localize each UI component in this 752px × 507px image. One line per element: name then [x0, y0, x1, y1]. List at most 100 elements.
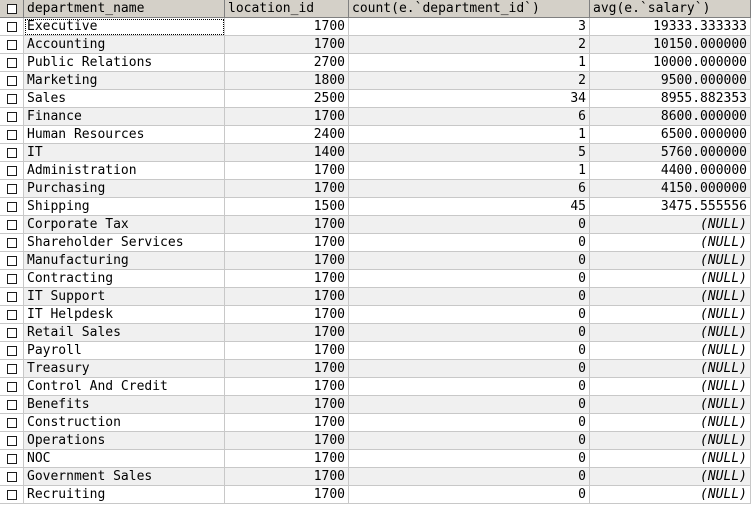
cell-department-name[interactable]: Manufacturing — [24, 252, 225, 270]
checkbox-icon[interactable] — [6, 93, 17, 104]
cell-avg-salary[interactable]: (NULL) — [590, 234, 751, 252]
cell-count[interactable]: 0 — [349, 306, 590, 324]
table-row[interactable]: Shipping 1500 45 3475.555556 — [0, 198, 752, 216]
table-row[interactable]: Administration 1700 1 4400.000000 — [0, 162, 752, 180]
cell-avg-salary[interactable]: (NULL) — [590, 252, 751, 270]
row-select-cell[interactable] — [0, 180, 24, 198]
table-row[interactable]: Marketing 1800 2 9500.000000 — [0, 72, 752, 90]
checkbox-icon[interactable] — [6, 489, 17, 500]
row-select-cell[interactable] — [0, 324, 24, 342]
table-row[interactable]: Accounting 1700 2 10150.000000 — [0, 36, 752, 54]
cell-location-id[interactable]: 1700 — [225, 432, 349, 450]
cell-department-name[interactable]: IT Helpdesk — [24, 306, 225, 324]
table-row[interactable]: Recruiting 1700 0 (NULL) — [0, 486, 752, 504]
cell-avg-salary[interactable]: (NULL) — [590, 360, 751, 378]
cell-location-id[interactable]: 1700 — [225, 360, 349, 378]
cell-location-id[interactable]: 1700 — [225, 306, 349, 324]
cell-department-name[interactable]: IT Support — [24, 288, 225, 306]
checkbox-icon[interactable] — [6, 273, 17, 284]
cell-avg-salary[interactable]: 4150.000000 — [590, 180, 751, 198]
cell-department-name[interactable]: Accounting — [24, 36, 225, 54]
checkbox-icon[interactable] — [6, 453, 17, 464]
cell-department-name[interactable]: Finance — [24, 108, 225, 126]
column-header-count[interactable]: count(e.`department_id`) — [349, 0, 590, 18]
cell-avg-salary[interactable]: (NULL) — [590, 432, 751, 450]
row-select-cell[interactable] — [0, 162, 24, 180]
cell-department-name[interactable]: Human Resources — [24, 126, 225, 144]
column-header-department-name[interactable]: department_name — [24, 0, 225, 18]
checkbox-icon[interactable] — [6, 219, 17, 230]
cell-location-id[interactable]: 1500 — [225, 198, 349, 216]
cell-location-id[interactable]: 1700 — [225, 468, 349, 486]
cell-count[interactable]: 0 — [349, 414, 590, 432]
cell-department-name[interactable]: Shipping — [24, 198, 225, 216]
row-select-cell[interactable] — [0, 198, 24, 216]
checkbox-icon[interactable] — [6, 345, 17, 356]
checkbox-icon[interactable] — [6, 21, 17, 32]
cell-count[interactable]: 45 — [349, 198, 590, 216]
cell-department-name[interactable]: Purchasing — [24, 180, 225, 198]
cell-location-id[interactable]: 1700 — [225, 342, 349, 360]
cell-department-name[interactable]: Benefits — [24, 396, 225, 414]
cell-location-id[interactable]: 1700 — [225, 486, 349, 504]
cell-count[interactable]: 0 — [349, 216, 590, 234]
row-select-cell[interactable] — [0, 450, 24, 468]
checkbox-icon[interactable] — [6, 183, 17, 194]
row-select-cell[interactable] — [0, 90, 24, 108]
row-select-cell[interactable] — [0, 144, 24, 162]
cell-count[interactable]: 6 — [349, 180, 590, 198]
cell-count[interactable]: 2 — [349, 36, 590, 54]
table-row[interactable]: Treasury 1700 0 (NULL) — [0, 360, 752, 378]
cell-department-name[interactable]: Government Sales — [24, 468, 225, 486]
row-select-cell[interactable] — [0, 378, 24, 396]
row-select-cell[interactable] — [0, 108, 24, 126]
table-row[interactable]: Human Resources 2400 1 6500.000000 — [0, 126, 752, 144]
cell-count[interactable]: 1 — [349, 162, 590, 180]
table-row[interactable]: Corporate Tax 1700 0 (NULL) — [0, 216, 752, 234]
checkbox-icon[interactable] — [6, 129, 17, 140]
row-select-cell[interactable] — [0, 36, 24, 54]
row-select-cell[interactable] — [0, 342, 24, 360]
cell-location-id[interactable]: 1400 — [225, 144, 349, 162]
row-select-cell[interactable] — [0, 396, 24, 414]
cell-count[interactable]: 0 — [349, 468, 590, 486]
cell-department-name[interactable]: Executive — [24, 18, 225, 36]
cell-location-id[interactable]: 1700 — [225, 252, 349, 270]
cell-count[interactable]: 5 — [349, 144, 590, 162]
cell-location-id[interactable]: 2500 — [225, 90, 349, 108]
table-row[interactable]: Government Sales 1700 0 (NULL) — [0, 468, 752, 486]
cell-department-name[interactable]: NOC — [24, 450, 225, 468]
table-row[interactable]: IT Helpdesk 1700 0 (NULL) — [0, 306, 752, 324]
row-select-cell[interactable] — [0, 468, 24, 486]
cell-avg-salary[interactable]: (NULL) — [590, 396, 751, 414]
checkbox-icon[interactable] — [6, 165, 17, 176]
cell-count[interactable]: 1 — [349, 126, 590, 144]
cell-location-id[interactable]: 1700 — [225, 378, 349, 396]
cell-avg-salary[interactable]: (NULL) — [590, 486, 751, 504]
header-select-all[interactable] — [0, 0, 24, 18]
cell-department-name[interactable]: Marketing — [24, 72, 225, 90]
row-select-cell[interactable] — [0, 126, 24, 144]
cell-department-name[interactable]: Contracting — [24, 270, 225, 288]
cell-count[interactable]: 0 — [349, 486, 590, 504]
cell-avg-salary[interactable]: 4400.000000 — [590, 162, 751, 180]
cell-count[interactable]: 1 — [349, 54, 590, 72]
row-select-cell[interactable] — [0, 234, 24, 252]
table-row[interactable]: Shareholder Services 1700 0 (NULL) — [0, 234, 752, 252]
table-row[interactable]: Purchasing 1700 6 4150.000000 — [0, 180, 752, 198]
cell-avg-salary[interactable]: 5760.000000 — [590, 144, 751, 162]
cell-count[interactable]: 0 — [349, 324, 590, 342]
cell-avg-salary[interactable]: (NULL) — [590, 216, 751, 234]
cell-location-id[interactable]: 1700 — [225, 396, 349, 414]
row-select-cell[interactable] — [0, 414, 24, 432]
checkbox-icon[interactable] — [6, 309, 17, 320]
cell-count[interactable]: 2 — [349, 72, 590, 90]
cell-location-id[interactable]: 1700 — [225, 288, 349, 306]
checkbox-icon[interactable] — [6, 255, 17, 266]
row-select-cell[interactable] — [0, 432, 24, 450]
row-select-cell[interactable] — [0, 270, 24, 288]
cell-count[interactable]: 0 — [349, 252, 590, 270]
table-row[interactable]: Public Relations 2700 1 10000.000000 — [0, 54, 752, 72]
cell-count[interactable]: 0 — [349, 342, 590, 360]
cell-avg-salary[interactable]: 6500.000000 — [590, 126, 751, 144]
